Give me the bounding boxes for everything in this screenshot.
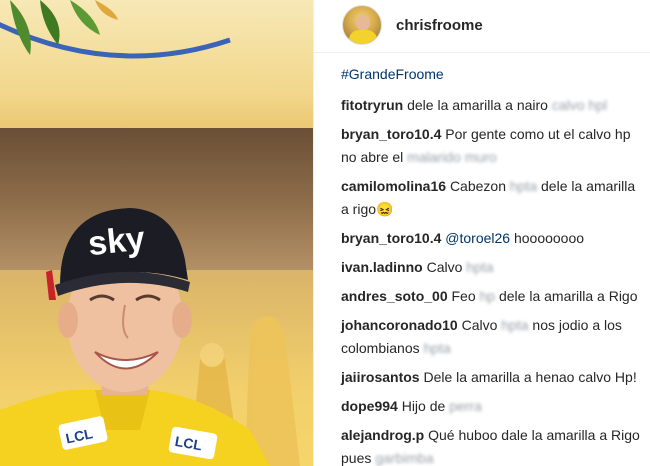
comment-text: hoooooooo <box>513 230 585 246</box>
comment-blurred-text: perra <box>449 398 482 414</box>
hashtag-link[interactable]: #GrandeFroome <box>341 64 646 84</box>
comment-blurred-text: hpta <box>466 259 494 275</box>
comment-username[interactable]: dope994 <box>341 398 398 414</box>
comment-item: jaiirosantos Dele la amarilla a henao ca… <box>341 366 646 389</box>
avatar-face <box>356 15 370 31</box>
comment-item: andres_soto_00 Feo hp dele la amarilla a… <box>341 285 646 308</box>
comment-username[interactable]: bryan_toro10.4 <box>341 230 441 246</box>
post-header: chrisfroome <box>314 0 650 50</box>
comment-username[interactable]: camilomolina16 <box>341 178 446 194</box>
comment-item: dope994 Hijo de perra <box>341 395 646 418</box>
comment-text: Cabezon <box>449 178 506 194</box>
comment-username[interactable]: ivan.ladinno <box>341 259 423 275</box>
comment-blurred-text: hpta <box>423 340 451 356</box>
comment-blurred-text: hpta <box>501 317 529 333</box>
comment-username[interactable]: bryan_toro10.4 <box>341 126 441 142</box>
post-username[interactable]: chrisfroome <box>396 17 483 34</box>
comment-text: Calvo <box>461 317 498 333</box>
comment-blurred-text: calvo hpl <box>551 97 608 113</box>
comment-text: Calvo <box>426 259 463 275</box>
comment-text: Hijo de <box>401 398 446 414</box>
rider-illustration: LCL LCL sky <box>0 0 300 466</box>
comment-username[interactable]: fitotryrun <box>341 97 403 113</box>
comment-mention-link[interactable]: @toroel26 <box>445 230 510 246</box>
blue-arc <box>0 21 231 59</box>
avatar-body <box>349 30 377 44</box>
comment-blurred-text: malarido muro <box>407 149 497 165</box>
comment-username[interactable]: johancoronado10 <box>341 317 458 333</box>
comment-item: johancoronado10 Calvo hpta nos jodio a l… <box>341 314 646 360</box>
comment-username[interactable]: andres_soto_00 <box>341 288 448 304</box>
comment-blurred-text: garbimba <box>375 450 434 466</box>
comment-text: Dele la amarilla a henao calvo Hp! <box>423 369 637 385</box>
comment-item: alejandrog.p Qué huboo dale la amarilla … <box>341 424 646 466</box>
comment-item: fitotryrun dele la amarilla a nairo calv… <box>341 94 646 117</box>
comment-username[interactable]: alejandrog.p <box>341 427 424 443</box>
comment-text: dele la amarilla a nairo <box>407 97 548 113</box>
comment-text-continued: dele la amarilla a Rigo <box>498 288 638 304</box>
comment-item: bryan_toro10.4 Por gente como ut el calv… <box>341 123 646 169</box>
comment-blurred-text: hp <box>479 288 496 304</box>
comment-blurred-text: hpta <box>509 178 538 194</box>
post-photo: LCL LCL sky <box>0 0 313 466</box>
profile-avatar[interactable] <box>342 5 382 45</box>
sky-logo: sky <box>86 220 146 264</box>
header-divider <box>314 52 650 53</box>
comments-panel: chrisfroome #GrandeFroome fitotryrun del… <box>313 0 650 466</box>
comment-item: camilomolina16 Cabezon hpta dele la amar… <box>341 175 646 221</box>
comment-text: Feo <box>451 288 476 304</box>
comment-item: ivan.ladinno Calvo hpta <box>341 256 646 279</box>
comment-username[interactable]: jaiirosantos <box>341 369 420 385</box>
comment-list: #GrandeFroome fitotryrun dele la amarill… <box>341 64 646 466</box>
emoji-icon: 😖 <box>376 201 394 217</box>
comment-item: bryan_toro10.4 @toroel26 hoooooooo <box>341 227 646 250</box>
